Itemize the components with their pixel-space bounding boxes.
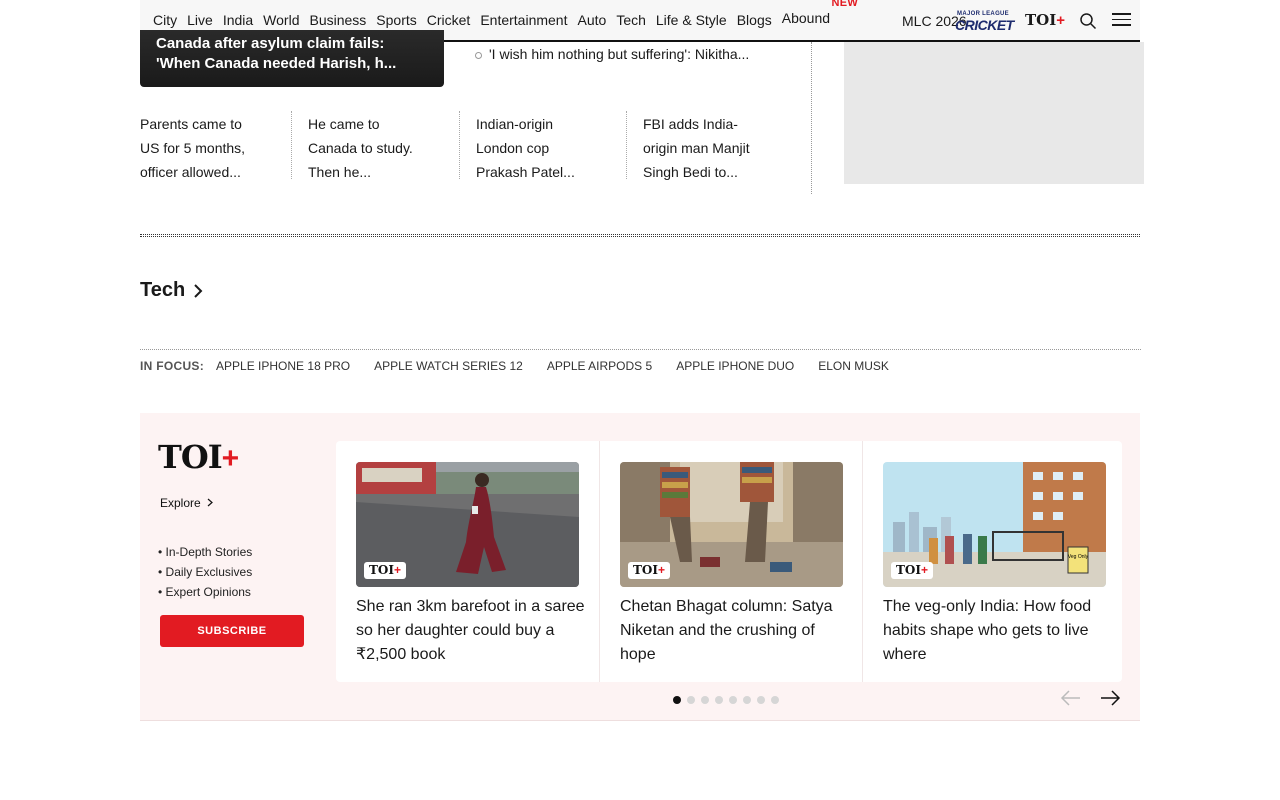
- promo-card-3[interactable]: Veg Only TOI+ The veg-only India: How fo…: [862, 441, 1122, 682]
- nav-item-india[interactable]: India: [223, 12, 253, 28]
- mlc-logo-bottom-text: CRICKET: [955, 17, 1014, 33]
- section-heading-tech[interactable]: Tech: [140, 279, 203, 302]
- mini-story-4[interactable]: FBI adds India-origin man Manjit Singh B…: [643, 112, 763, 184]
- chevron-right-icon: [194, 283, 203, 298]
- in-focus-topic[interactable]: APPLE IPHONE DUO: [676, 359, 794, 373]
- promo-card-title: The veg-only India: How food habits shap…: [883, 598, 1092, 663]
- toi-plus-nav-logo[interactable]: TOI+: [1025, 11, 1065, 29]
- explore-label: Explore: [160, 496, 201, 510]
- promo-card-image: TOI+: [356, 462, 579, 587]
- related-story-text: 'I wish him nothing but suffering': Niki…: [489, 46, 750, 62]
- nav-item-live[interactable]: Live: [187, 12, 213, 28]
- nav-item-life-style[interactable]: Life & Style: [656, 12, 727, 28]
- carousel-dot[interactable]: [701, 696, 709, 704]
- mini-story-divider: [291, 111, 292, 179]
- plus-icon: +: [221, 442, 240, 475]
- in-focus-divider: [140, 349, 1141, 350]
- carousel-dot[interactable]: [757, 696, 765, 704]
- promo-feature: • In-Depth Stories: [158, 545, 253, 559]
- in-focus-topic[interactable]: ELON MUSK: [818, 359, 889, 373]
- promo-feature-list: • In-Depth Stories • Daily Exclusives • …: [158, 542, 252, 602]
- mini-story-2[interactable]: He came to Canada to study. Then he...: [308, 112, 428, 184]
- arrow-right-icon[interactable]: [1099, 689, 1121, 707]
- in-focus-topic[interactable]: APPLE WATCH SERIES 12: [374, 359, 523, 373]
- nav-item-sports[interactable]: Sports: [376, 12, 416, 28]
- in-focus-bar: IN FOCUS: APPLE IPHONE 18 PRO APPLE WATC…: [140, 359, 913, 373]
- toi-plus-tag: TOI+: [628, 562, 671, 579]
- related-story-link[interactable]: 'I wish him nothing but suffering': Niki…: [475, 46, 749, 62]
- carousel-dot[interactable]: [729, 696, 737, 704]
- plus-icon: +: [658, 563, 666, 577]
- carousel-dot[interactable]: [743, 696, 751, 704]
- section-title-text: Tech: [140, 279, 186, 301]
- bullet-icon: [475, 51, 482, 59]
- lead-story-card[interactable]: Canada after asylum claim fails: 'When C…: [140, 30, 444, 87]
- subscribe-button[interactable]: SUBSCRIBE: [160, 615, 304, 647]
- in-focus-label: IN FOCUS:: [140, 359, 205, 373]
- carousel-dot[interactable]: [687, 696, 695, 704]
- nav-item-world[interactable]: World: [263, 12, 299, 28]
- plus-icon: +: [1056, 12, 1066, 29]
- carousel-dot[interactable]: [771, 696, 779, 704]
- carousel-dot[interactable]: [673, 696, 681, 704]
- carousel-dot[interactable]: [715, 696, 723, 704]
- mini-story-divider: [459, 111, 460, 179]
- toi-plus-promo: TOI+ Explore • In-Depth Stories • Daily …: [140, 413, 1140, 721]
- promo-card-2[interactable]: TOI+ Chetan Bhagat column: Satya Niketan…: [599, 441, 862, 682]
- nav-item-cricket[interactable]: Cricket: [427, 12, 471, 28]
- mlc-logo[interactable]: MAJOR LEAGUE CRICKET: [955, 11, 1014, 33]
- toi-plus-tag-text: TOI: [369, 563, 394, 577]
- column-divider: [811, 42, 812, 194]
- toi-plus-tag-text: TOI: [633, 563, 658, 577]
- promo-card-1[interactable]: TOI+ She ran 3km barefoot in a saree so …: [336, 441, 599, 682]
- new-badge: NEW: [831, 0, 859, 9]
- veg-only-sign: Veg Only: [1068, 554, 1089, 560]
- promo-carousel: TOI+ She ran 3km barefoot in a saree so …: [336, 441, 1122, 682]
- chevron-right-icon: [207, 498, 213, 507]
- promo-card-title: Chetan Bhagat column: Satya Niketan and …: [620, 598, 833, 663]
- in-focus-topic[interactable]: APPLE IPHONE 18 PRO: [216, 359, 350, 373]
- mini-story-divider: [626, 111, 627, 179]
- toi-plus-tag: TOI+: [891, 562, 934, 579]
- nav-items: City Live India World Business Sports Cr…: [140, 0, 858, 28]
- promo-card-image: TOI+: [620, 462, 843, 587]
- in-focus-topic[interactable]: APPLE AIRPODS 5: [547, 359, 652, 373]
- nav-item-abound-label: Abound: [781, 10, 831, 26]
- nav-item-business[interactable]: Business: [309, 12, 366, 28]
- nav-item-tech[interactable]: Tech: [616, 12, 646, 28]
- mini-story-3[interactable]: Indian-origin London cop Prakash Patel..…: [476, 112, 596, 184]
- mini-story-1[interactable]: Parents came to US for 5 months, officer…: [140, 112, 260, 184]
- explore-link[interactable]: Explore: [160, 496, 213, 510]
- ad-placeholder: [844, 42, 1144, 184]
- toi-plus-tag-text: TOI: [896, 563, 921, 577]
- arrow-left-icon[interactable]: [1060, 689, 1082, 707]
- promo-feature: • Daily Exclusives: [158, 565, 253, 579]
- toi-plus-nav-text: TOI: [1025, 11, 1057, 29]
- nav-item-auto[interactable]: Auto: [578, 12, 607, 28]
- plus-icon: +: [921, 563, 929, 577]
- promo-card-image: Veg Only TOI+: [883, 462, 1106, 587]
- hamburger-menu-icon[interactable]: [1112, 13, 1131, 27]
- section-divider: [140, 234, 1140, 237]
- nav-item-blogs[interactable]: Blogs: [737, 12, 772, 28]
- promo-feature: • Expert Opinions: [158, 585, 251, 599]
- toi-plus-logo-text: TOI: [158, 438, 223, 476]
- nav-item-city[interactable]: City: [153, 12, 177, 28]
- lead-story-headline: Canada after asylum claim fails: 'When C…: [156, 35, 397, 72]
- toi-plus-logo[interactable]: TOI+: [158, 438, 240, 476]
- nav-item-entertainment[interactable]: Entertainment: [480, 12, 567, 28]
- search-icon[interactable]: [1079, 12, 1097, 30]
- plus-icon: +: [394, 563, 402, 577]
- carousel-pagination: [673, 696, 785, 704]
- promo-card-title: She ran 3km barefoot in a saree so her d…: [356, 598, 585, 663]
- toi-plus-tag: TOI+: [364, 562, 407, 579]
- nav-item-abound[interactable]: Abound NEW: [781, 0, 858, 26]
